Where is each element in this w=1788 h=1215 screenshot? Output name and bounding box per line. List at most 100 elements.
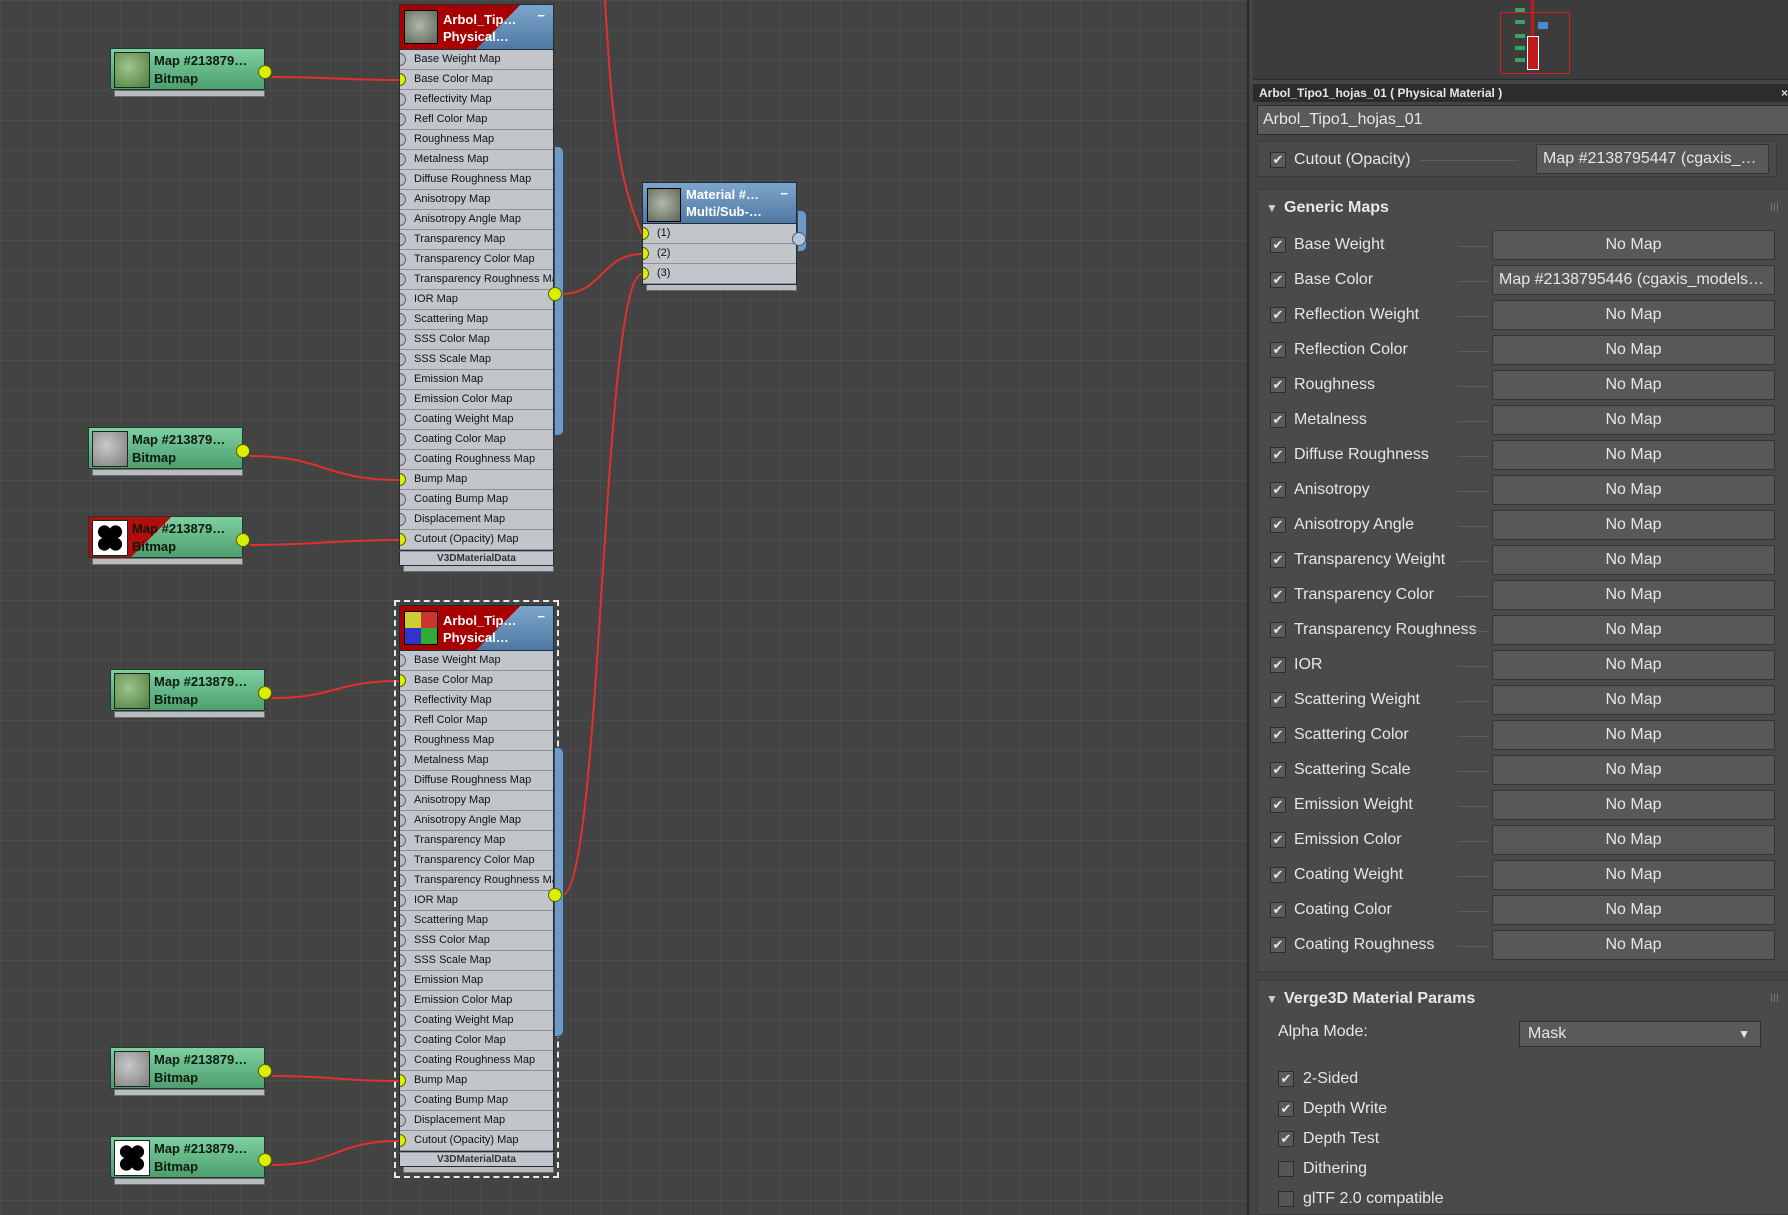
input-port[interactable] xyxy=(643,247,649,260)
minimize-icon[interactable]: − xyxy=(537,8,545,23)
bitmap-node[interactable]: Map #213879… Bitmap xyxy=(110,1136,272,1185)
bitmap-node-body[interactable]: Map #213879… Bitmap xyxy=(110,1136,265,1178)
map-enable-checkbox[interactable]: ✔ xyxy=(1270,867,1286,883)
cutout-checkbox[interactable]: ✔ xyxy=(1270,152,1286,168)
material-slot[interactable]: Base Weight Map xyxy=(400,651,553,671)
material-slot[interactable]: Coating Color Map xyxy=(400,1031,553,1051)
map-slot-button[interactable]: No Map xyxy=(1492,440,1775,470)
input-port[interactable] xyxy=(400,73,406,86)
map-slot-button[interactable]: No Map xyxy=(1492,615,1775,645)
connection-wire[interactable] xyxy=(604,0,643,235)
map-slot-button[interactable]: No Map xyxy=(1492,755,1775,785)
material-slot[interactable]: Metalness Map xyxy=(400,751,553,771)
map-slot-button[interactable]: No Map xyxy=(1492,370,1775,400)
map-enable-checkbox[interactable]: ✔ xyxy=(1270,412,1286,428)
map-slot-button[interactable]: No Map xyxy=(1492,545,1775,575)
cutout-map-button[interactable]: Map #2138795447 (cgaxis_… xyxy=(1536,144,1769,174)
connection-wire[interactable] xyxy=(561,253,643,295)
input-port[interactable] xyxy=(400,654,406,667)
output-port[interactable] xyxy=(236,533,250,547)
option-checkbox[interactable]: ✔ xyxy=(1278,1101,1294,1117)
input-port[interactable] xyxy=(400,1034,406,1047)
material-slot[interactable]: Refl Color Map xyxy=(400,110,553,130)
material-slot[interactable]: SSS Color Map xyxy=(400,931,553,951)
map-slot-button[interactable]: No Map xyxy=(1492,720,1775,750)
bitmap-node-body[interactable]: Map #213879… Bitmap xyxy=(110,1047,265,1089)
material-node-header[interactable]: Arbol_Tip… Physical… − xyxy=(399,4,554,50)
input-port[interactable] xyxy=(400,1134,406,1147)
map-slot-button[interactable]: Map #2138795446 (cgaxis_models_… xyxy=(1492,265,1775,295)
minimize-icon[interactable]: − xyxy=(780,186,788,201)
bitmap-node[interactable]: Map #213879… Bitmap xyxy=(110,1047,272,1096)
map-slot-button[interactable]: No Map xyxy=(1492,895,1775,925)
map-slot-button[interactable]: No Map xyxy=(1492,860,1775,890)
material-slot[interactable]: Diffuse Roughness Map xyxy=(400,771,553,791)
map-enable-checkbox[interactable]: ✔ xyxy=(1270,552,1286,568)
connection-wire[interactable] xyxy=(271,1140,400,1166)
material-slot[interactable]: Coating Roughness Map xyxy=(400,450,553,470)
input-port[interactable] xyxy=(400,934,406,947)
connection-wire[interactable] xyxy=(561,273,643,896)
material-slot[interactable]: SSS Scale Map xyxy=(400,350,553,370)
map-enable-checkbox[interactable]: ✔ xyxy=(1270,727,1286,743)
option-checkbox[interactable]: ✔ xyxy=(1278,1071,1294,1087)
output-port[interactable] xyxy=(258,65,272,79)
navigator-view[interactable] xyxy=(1253,0,1788,80)
input-port[interactable] xyxy=(400,533,406,546)
output-port[interactable] xyxy=(792,232,806,246)
material-slot[interactable]: Coating Weight Map xyxy=(400,410,553,430)
material-slot[interactable]: Transparency Map xyxy=(400,831,553,851)
input-port[interactable] xyxy=(400,974,406,987)
map-slot-button[interactable]: No Map xyxy=(1492,790,1775,820)
input-port[interactable] xyxy=(400,273,406,286)
input-port[interactable] xyxy=(400,353,406,366)
material-slot[interactable]: Coating Color Map xyxy=(400,430,553,450)
input-port[interactable] xyxy=(400,1074,406,1087)
map-slot-button[interactable]: No Map xyxy=(1492,580,1775,610)
map-enable-checkbox[interactable]: ✔ xyxy=(1270,902,1286,918)
collapse-triangle-icon[interactable]: ▼ xyxy=(1266,190,1278,226)
material-slot[interactable]: Emission Color Map xyxy=(400,390,553,410)
material-slot[interactable]: SSS Color Map xyxy=(400,330,553,350)
material-slot[interactable]: Anisotropy Angle Map xyxy=(400,210,553,230)
physical-material-node[interactable]: Arbol_Tip… Physical… − Base Weight Map Base … xyxy=(394,600,564,1178)
map-slot-button[interactable]: No Map xyxy=(1492,300,1775,330)
input-port[interactable] xyxy=(400,714,406,727)
bitmap-node[interactable]: Map #213879… Bitmap xyxy=(88,427,250,476)
option-checkbox[interactable] xyxy=(1278,1161,1294,1177)
input-port[interactable] xyxy=(400,954,406,967)
map-enable-checkbox[interactable]: ✔ xyxy=(1270,482,1286,498)
material-slot[interactable]: (3) xyxy=(643,264,796,284)
bitmap-node-body[interactable]: Map #213879… Bitmap xyxy=(110,669,265,711)
material-slot[interactable]: IOR Map xyxy=(400,290,553,310)
input-port[interactable] xyxy=(400,754,406,767)
input-port[interactable] xyxy=(400,213,406,226)
input-port[interactable] xyxy=(400,674,406,687)
material-slot[interactable]: Bump Map xyxy=(400,470,553,490)
material-slot[interactable]: Refl Color Map xyxy=(400,711,553,731)
bitmap-node-body[interactable]: Map #213879… Bitmap xyxy=(110,48,265,90)
input-port[interactable] xyxy=(400,834,406,847)
map-slot-button[interactable]: No Map xyxy=(1492,230,1775,260)
input-port[interactable] xyxy=(400,373,406,386)
material-slot[interactable]: Anisotropy Angle Map xyxy=(400,811,553,831)
material-slot[interactable]: Diffuse Roughness Map xyxy=(400,170,553,190)
material-slot[interactable]: Emission Color Map xyxy=(400,991,553,1011)
input-port[interactable] xyxy=(643,227,649,240)
material-slot[interactable]: Cutout (Opacity) Map xyxy=(400,1131,553,1151)
input-port[interactable] xyxy=(400,513,406,526)
connection-wire[interactable] xyxy=(271,680,400,699)
material-slot[interactable]: (2) xyxy=(643,244,796,264)
input-port[interactable] xyxy=(400,93,406,106)
map-enable-checkbox[interactable]: ✔ xyxy=(1270,377,1286,393)
material-name-field[interactable]: Arbol_Tipo1_hojas_01 xyxy=(1257,105,1788,135)
output-port[interactable] xyxy=(548,888,562,902)
material-node-footer[interactable]: V3DMaterialData xyxy=(399,1152,554,1167)
material-slot[interactable]: Displacement Map xyxy=(400,510,553,530)
output-port[interactable] xyxy=(236,444,250,458)
connection-wire[interactable] xyxy=(249,455,400,481)
map-slot-button[interactable]: No Map xyxy=(1492,685,1775,715)
map-slot-button[interactable]: No Map xyxy=(1492,650,1775,680)
input-port[interactable] xyxy=(643,267,649,280)
input-port[interactable] xyxy=(400,333,406,346)
